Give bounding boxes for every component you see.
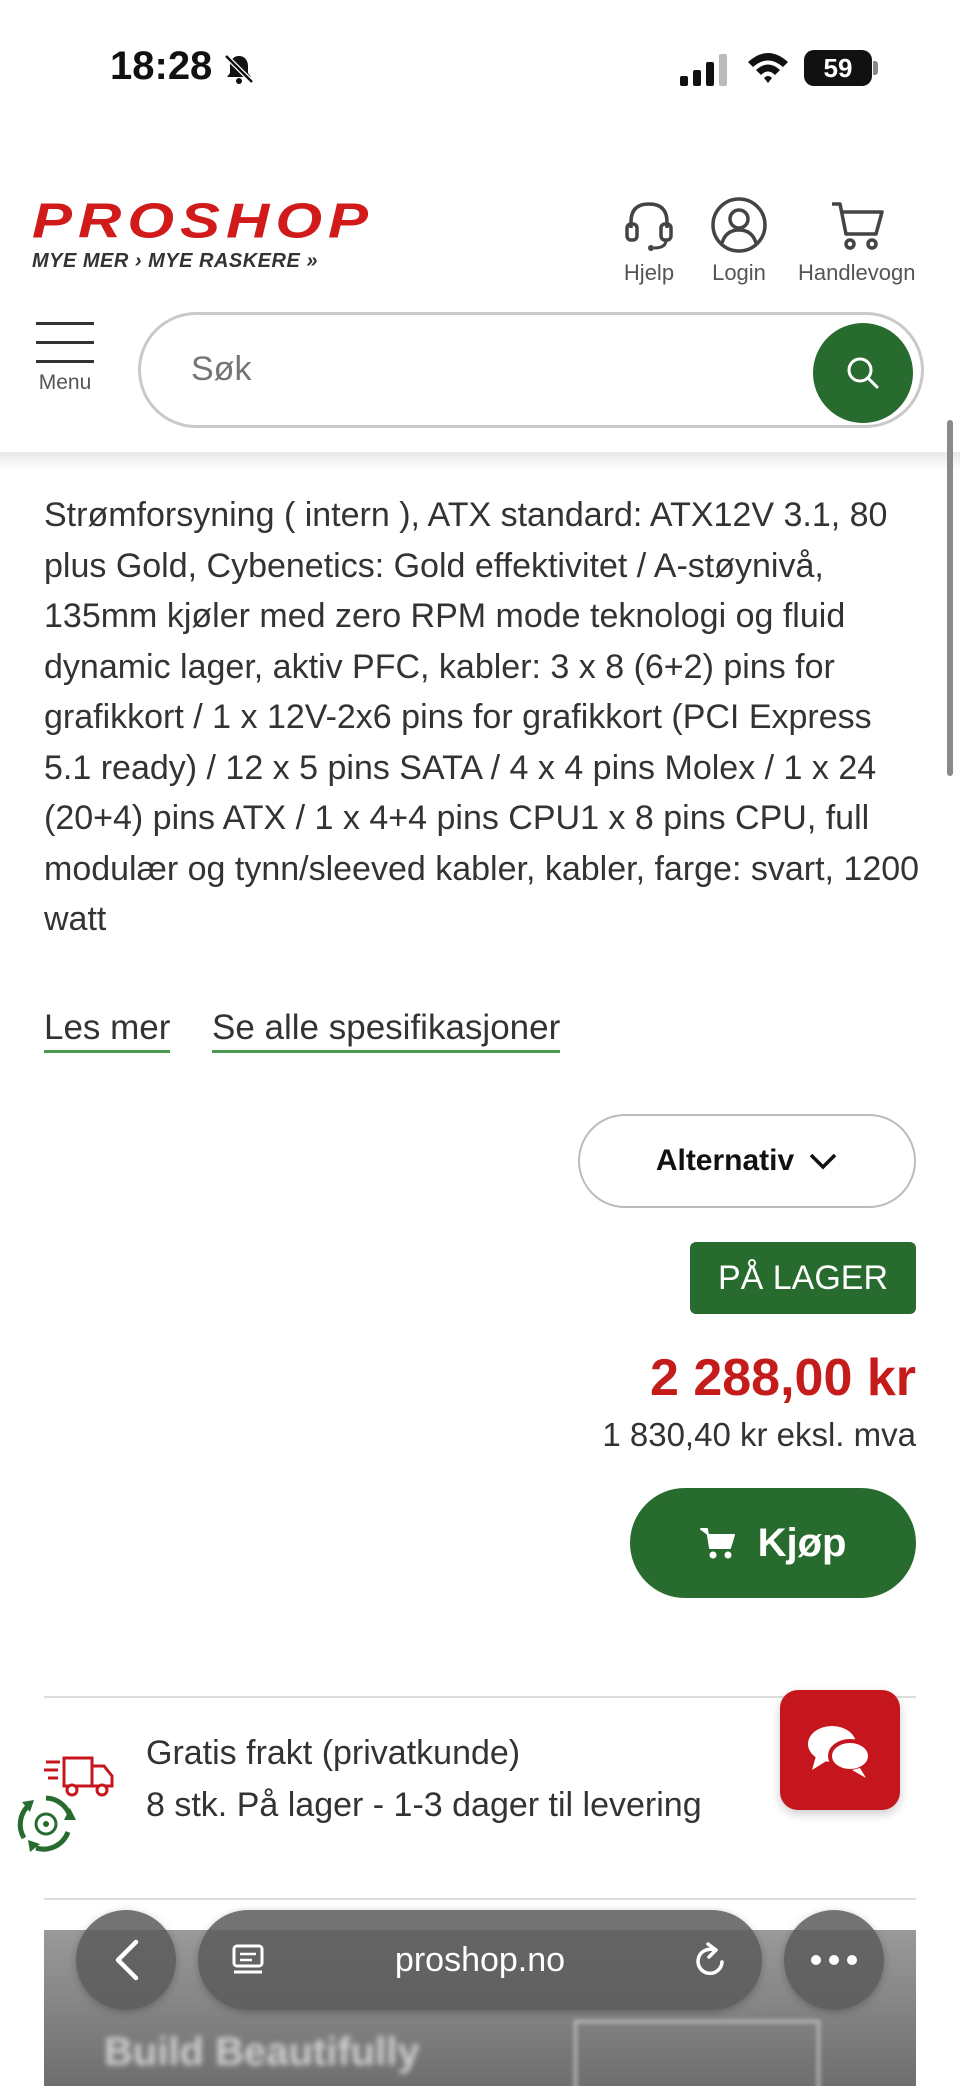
hamburger-icon [36,322,94,371]
help-button[interactable]: Hjelp [620,196,678,286]
status-time: 18:28 [110,44,213,88]
login-button[interactable]: Login [710,196,768,286]
shipping-free-text: Gratis frakt (privatkunde) [146,1734,521,1772]
alternative-dropdown[interactable]: Alternativ [578,1114,916,1208]
recycle-icon [17,1795,76,1852]
search-icon [847,357,879,389]
alternative-label: Alternativ [655,1144,795,1177]
price-ex-vat: 1 830,40 kr eksl. mva [602,1416,916,1453]
chevron-left-icon [115,1939,139,1981]
banner-text: Build Beautifully [104,2030,420,2074]
product-description: Strømforsyning ( intern ), ATX standard:… [44,496,920,938]
browser-url-bar[interactable]: proshop.no [198,1910,762,2010]
battery-indicator: 59 [804,50,872,86]
wifi-icon [748,53,788,83]
search-bar [138,312,924,428]
more-dots-icon [811,1955,857,1965]
chat-bubbles-icon [808,1726,872,1778]
buy-button[interactable]: Kjøp [630,1488,916,1598]
chat-button[interactable] [780,1690,900,1810]
cart-label: Handlevogn [798,260,916,285]
menu-label: Menu [38,371,92,394]
battery-cap [873,61,878,75]
logo-text: PROSHOP [32,193,375,249]
reload-icon[interactable] [692,1940,730,1980]
header-shadow [0,452,960,470]
read-more-link[interactable]: Les mer [44,1008,171,1053]
scrollbar[interactable] [947,420,953,776]
menu-button[interactable]: Menu [36,322,94,395]
url-text: proshop.no [394,1940,566,1979]
search-button[interactable] [813,323,913,423]
logo-tagline: MYE MER › MYE RASKERE » [32,250,318,272]
cellular-signal-icon [680,54,727,86]
cart-icon [699,1528,735,1559]
search-input[interactable] [189,349,753,390]
divider [44,1898,916,1900]
price: 2 288,00 kr [649,1349,916,1407]
browser-more-button[interactable] [784,1910,884,2010]
status-bar: 18:28 59 [0,0,960,140]
bell-muted-icon [224,54,254,84]
help-label: Hjelp [623,260,675,285]
shipping-stock-text: 8 stk. På lager - 1-3 dager til levering [146,1786,702,1824]
all-specs-link[interactable]: Se alle spesifikasjoner [212,1008,561,1053]
cart-icon [831,202,884,250]
cart-button[interactable]: Handlevogn [798,196,915,286]
headset-icon [625,202,673,251]
stock-badge: PÅ LAGER [690,1242,916,1314]
chevron-down-icon [809,1153,837,1170]
login-label: Login [712,260,766,285]
browser-back-button[interactable] [76,1910,176,2010]
buy-label: Kjøp [757,1520,847,1565]
user-icon [711,197,767,253]
banner-product-image [574,2020,820,2086]
proshop-logo[interactable]: PROSHOP MYE MER › MYE RASKERE » [32,193,375,273]
